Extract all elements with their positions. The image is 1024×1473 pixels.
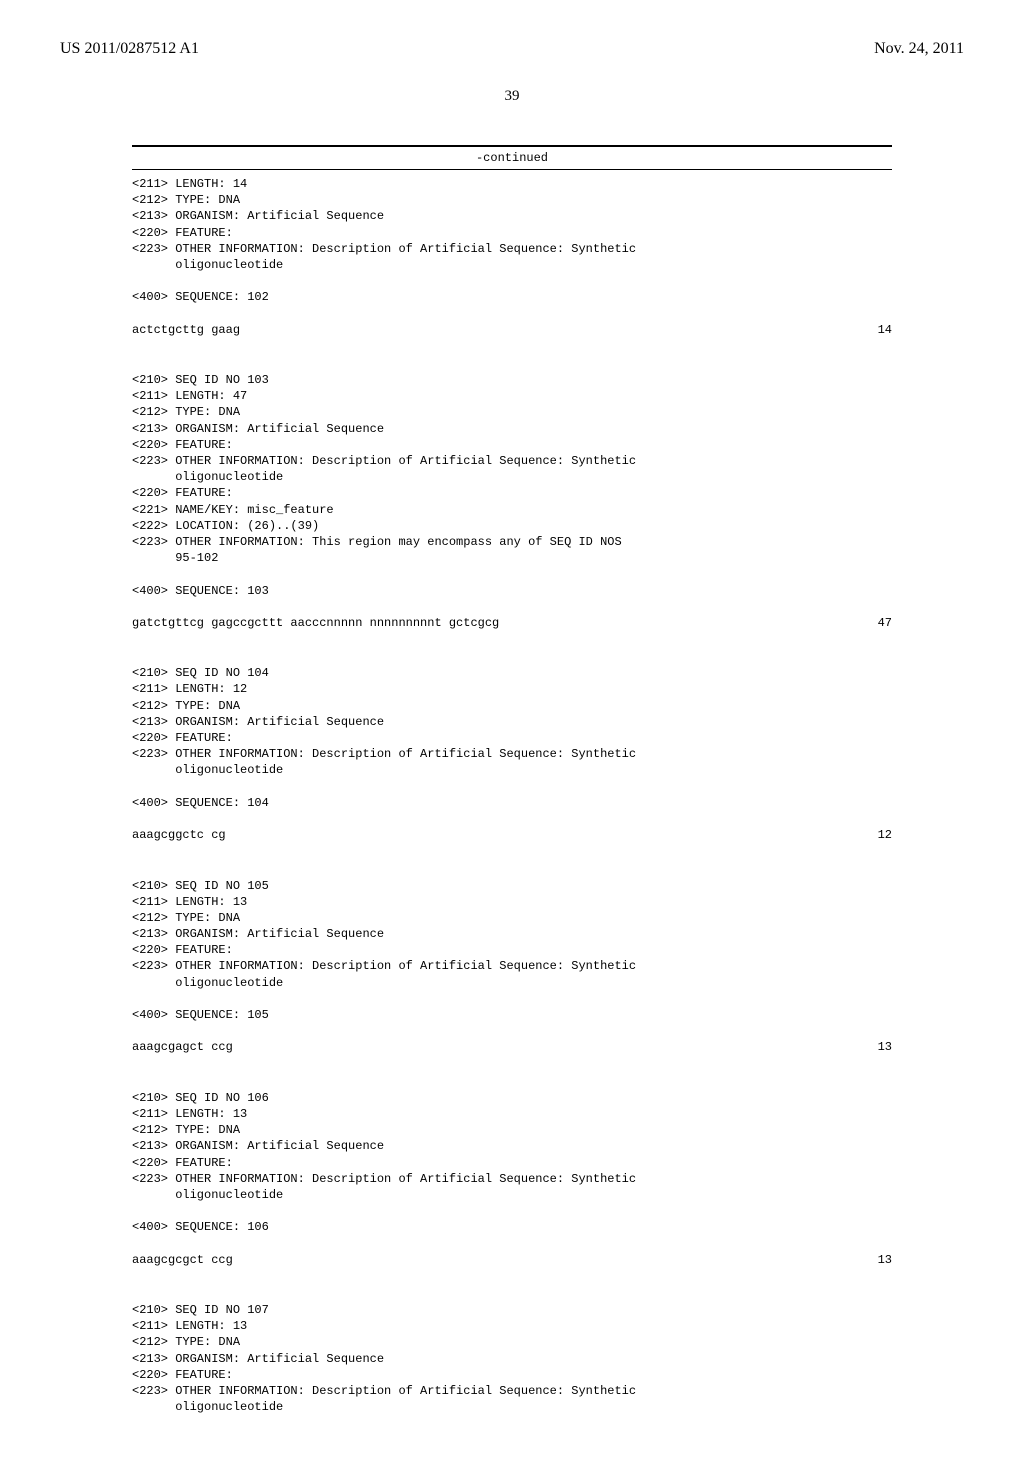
meta-line: <210> SEQ ID NO 105 xyxy=(132,878,892,894)
meta-line: <213> ORGANISM: Artificial Sequence xyxy=(132,1351,892,1367)
sequence-line: aaagcgagct ccg 13 xyxy=(132,1039,892,1055)
sequence-text: aaagcggctc cg xyxy=(132,827,226,843)
meta-line: 95-102 xyxy=(132,550,892,566)
meta-line: <210> SEQ ID NO 106 xyxy=(132,1090,892,1106)
meta-line: <211> LENGTH: 47 xyxy=(132,388,892,404)
meta-line: <220> FEATURE: xyxy=(132,485,892,501)
meta-line: <211> LENGTH: 13 xyxy=(132,894,892,910)
meta-line: <212> TYPE: DNA xyxy=(132,698,892,714)
sequence-text: aaagcgagct ccg xyxy=(132,1039,233,1055)
publication-date: Nov. 24, 2011 xyxy=(874,40,964,58)
meta-line: <211> LENGTH: 13 xyxy=(132,1318,892,1334)
meta-line: <213> ORGANISM: Artificial Sequence xyxy=(132,208,892,224)
meta-line: <220> FEATURE: xyxy=(132,942,892,958)
meta-line: <220> FEATURE: xyxy=(132,730,892,746)
sequence-label: <400> SEQUENCE: 105 xyxy=(132,1007,892,1023)
continued-label: -continued xyxy=(132,151,892,165)
meta-line: oligonucleotide xyxy=(132,469,892,485)
meta-line: oligonucleotide xyxy=(132,1187,892,1203)
meta-line: oligonucleotide xyxy=(132,975,892,991)
meta-line: <212> TYPE: DNA xyxy=(132,910,892,926)
meta-line: oligonucleotide xyxy=(132,257,892,273)
meta-line: <210> SEQ ID NO 103 xyxy=(132,372,892,388)
sequence-line: actctgcttg gaag 14 xyxy=(132,322,892,338)
sequence-label: <400> SEQUENCE: 104 xyxy=(132,795,892,811)
sequence-listing: <211> LENGTH: 14<212> TYPE: DNA<213> ORG… xyxy=(132,176,892,1415)
sequence-text: actctgcttg gaag xyxy=(132,322,240,338)
sequence-entry: <210> SEQ ID NO 106<211> LENGTH: 13<212>… xyxy=(132,1090,892,1284)
sequence-line: aaagcggctc cg 12 xyxy=(132,827,892,843)
sequence-length: 13 xyxy=(878,1039,892,1055)
meta-line: <212> TYPE: DNA xyxy=(132,1122,892,1138)
meta-line: <211> LENGTH: 13 xyxy=(132,1106,892,1122)
meta-line: <210> SEQ ID NO 107 xyxy=(132,1302,892,1318)
meta-line: <213> ORGANISM: Artificial Sequence xyxy=(132,1138,892,1154)
meta-line: <220> FEATURE: xyxy=(132,1155,892,1171)
sequence-length: 47 xyxy=(878,615,892,631)
rule-mid xyxy=(132,169,892,170)
sequence-label: <400> SEQUENCE: 106 xyxy=(132,1219,892,1235)
meta-line: <213> ORGANISM: Artificial Sequence xyxy=(132,421,892,437)
meta-line: <223> OTHER INFORMATION: Description of … xyxy=(132,1383,892,1399)
meta-line: <212> TYPE: DNA xyxy=(132,1334,892,1350)
sequence-label: <400> SEQUENCE: 102 xyxy=(132,289,892,305)
meta-line: <210> SEQ ID NO 104 xyxy=(132,665,892,681)
meta-line: oligonucleotide xyxy=(132,1399,892,1415)
sequence-label: <400> SEQUENCE: 103 xyxy=(132,583,892,599)
meta-line: oligonucleotide xyxy=(132,762,892,778)
meta-line: <222> LOCATION: (26)..(39) xyxy=(132,518,892,534)
sequence-entry: <211> LENGTH: 14<212> TYPE: DNA<213> ORG… xyxy=(132,176,892,354)
meta-line: <211> LENGTH: 14 xyxy=(132,176,892,192)
meta-line: <220> FEATURE: xyxy=(132,437,892,453)
sequence-line: gatctgttcg gagccgcttt aacccnnnnn nnnnnnn… xyxy=(132,615,892,631)
sequence-entry: <210> SEQ ID NO 104<211> LENGTH: 12<212>… xyxy=(132,665,892,859)
meta-line: <213> ORGANISM: Artificial Sequence xyxy=(132,714,892,730)
meta-line: <223> OTHER INFORMATION: This region may… xyxy=(132,534,892,550)
meta-line: <223> OTHER INFORMATION: Description of … xyxy=(132,958,892,974)
sequence-length: 14 xyxy=(878,322,892,338)
page-number: 39 xyxy=(60,88,964,105)
sequence-length: 13 xyxy=(878,1252,892,1268)
meta-line: <223> OTHER INFORMATION: Description of … xyxy=(132,746,892,762)
rule-top xyxy=(132,145,892,147)
publication-number: US 2011/0287512 A1 xyxy=(60,40,199,58)
sequence-entry: <210> SEQ ID NO 103<211> LENGTH: 47<212>… xyxy=(132,372,892,647)
page-header: US 2011/0287512 A1 Nov. 24, 2011 xyxy=(60,40,964,58)
meta-line: <212> TYPE: DNA xyxy=(132,404,892,420)
meta-line: <223> OTHER INFORMATION: Description of … xyxy=(132,1171,892,1187)
meta-line: <221> NAME/KEY: misc_feature xyxy=(132,502,892,518)
sequence-length: 12 xyxy=(878,827,892,843)
meta-line: <220> FEATURE: xyxy=(132,1367,892,1383)
sequence-entry: <210> SEQ ID NO 107<211> LENGTH: 13<212>… xyxy=(132,1302,892,1415)
sequence-text: aaagcgcgct ccg xyxy=(132,1252,233,1268)
sequence-entry: <210> SEQ ID NO 105<211> LENGTH: 13<212>… xyxy=(132,878,892,1072)
meta-line: <211> LENGTH: 12 xyxy=(132,681,892,697)
meta-line: <220> FEATURE: xyxy=(132,225,892,241)
meta-line: <223> OTHER INFORMATION: Description of … xyxy=(132,453,892,469)
meta-line: <223> OTHER INFORMATION: Description of … xyxy=(132,241,892,257)
meta-line: <212> TYPE: DNA xyxy=(132,192,892,208)
sequence-line: aaagcgcgct ccg 13 xyxy=(132,1252,892,1268)
sequence-text: gatctgttcg gagccgcttt aacccnnnnn nnnnnnn… xyxy=(132,615,499,631)
meta-line: <213> ORGANISM: Artificial Sequence xyxy=(132,926,892,942)
